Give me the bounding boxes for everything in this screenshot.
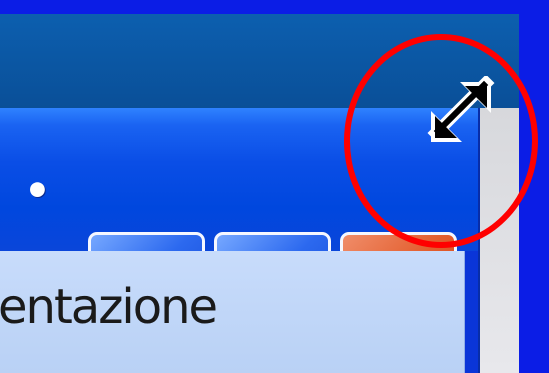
content-text-fragment: entazione — [0, 279, 218, 335]
title-fragment: • — [24, 166, 51, 215]
window-content-area: entazione — [0, 251, 465, 373]
diagonal-resize-cursor-icon — [427, 76, 495, 142]
screenshot-root: • entazione — [0, 0, 549, 373]
